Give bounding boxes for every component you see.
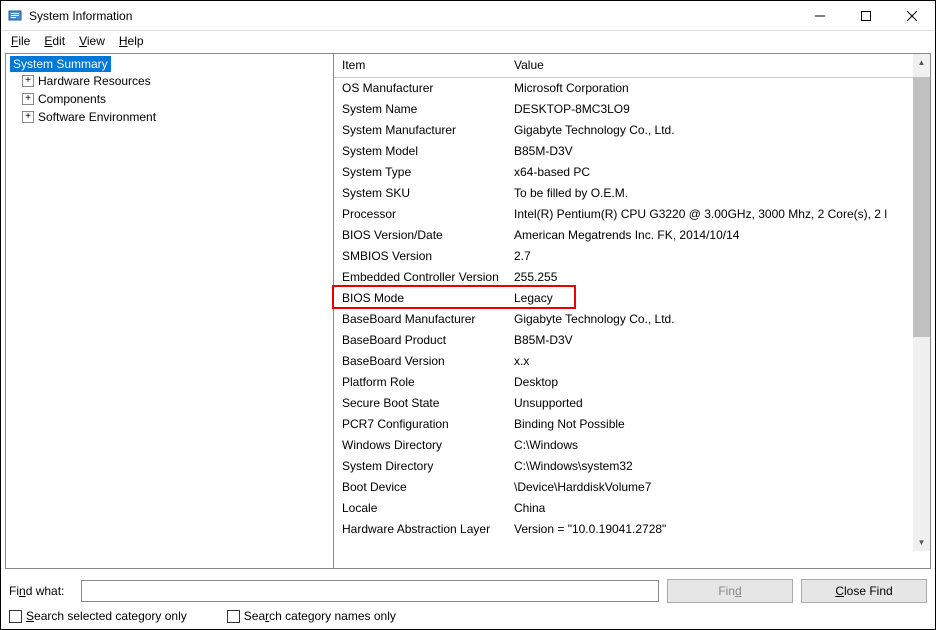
menu-file[interactable]: File bbox=[5, 32, 36, 50]
table-cell-item[interactable]: OS Manufacturer bbox=[334, 78, 506, 99]
find-button[interactable]: Find bbox=[667, 579, 793, 603]
table-cell-value[interactable]: China bbox=[506, 498, 930, 519]
table-cell-item[interactable]: Boot Device bbox=[334, 477, 506, 498]
menu-view[interactable]: View bbox=[73, 32, 111, 50]
table-cell-item[interactable]: PCR7 Configuration bbox=[334, 414, 506, 435]
tree-item[interactable]: + Software Environment bbox=[8, 108, 331, 126]
tree-item-label: Components bbox=[38, 92, 106, 106]
table-cell-item[interactable]: Embedded Controller Version bbox=[334, 267, 506, 288]
app-icon bbox=[7, 8, 23, 24]
find-panel: Find what: Find Close Find Search select… bbox=[1, 573, 935, 629]
table-cell-item[interactable]: System Directory bbox=[334, 456, 506, 477]
expand-icon[interactable]: + bbox=[22, 75, 34, 87]
table-cell-value[interactable]: Unsupported bbox=[506, 393, 930, 414]
tree-item-label: Hardware Resources bbox=[38, 74, 151, 88]
table-cell-item[interactable]: Processor bbox=[334, 204, 506, 225]
scroll-up-icon[interactable]: ▲ bbox=[913, 54, 930, 71]
search-names-checkbox[interactable]: Search category names only bbox=[227, 609, 396, 623]
table-cell-value[interactable]: To be filled by O.E.M. bbox=[506, 183, 930, 204]
table-cell-item[interactable]: System SKU bbox=[334, 183, 506, 204]
close-find-button[interactable]: Close Find bbox=[801, 579, 927, 603]
table-cell-value[interactable]: Version = "10.0.19041.2728" bbox=[506, 519, 930, 540]
table-cell-value[interactable]: x.x bbox=[506, 351, 930, 372]
table-cell-item[interactable]: Secure Boot State bbox=[334, 393, 506, 414]
table-cell-value[interactable]: B85M-D3V bbox=[506, 330, 930, 351]
table-cell-item[interactable]: System Name bbox=[334, 99, 506, 120]
tree-root-selected[interactable]: System Summary bbox=[10, 56, 111, 72]
table-cell-item[interactable]: System Model bbox=[334, 141, 506, 162]
expand-icon[interactable]: + bbox=[22, 93, 34, 105]
table-cell-value[interactable]: Desktop bbox=[506, 372, 930, 393]
menu-edit[interactable]: Edit bbox=[38, 32, 71, 50]
checkbox-icon bbox=[227, 610, 240, 623]
tree-item[interactable]: + Hardware Resources bbox=[8, 72, 331, 90]
column-header-item[interactable]: Item bbox=[334, 54, 506, 78]
table-cell-item[interactable]: SMBIOS Version bbox=[334, 246, 506, 267]
table-cell-item[interactable]: Locale bbox=[334, 498, 506, 519]
scroll-down-icon[interactable]: ▼ bbox=[913, 534, 930, 551]
category-tree[interactable]: System Summary + Hardware Resources + Compo… bbox=[6, 54, 334, 568]
table-cell-item[interactable]: Windows Directory bbox=[334, 435, 506, 456]
table-cell-value[interactable]: 255.255 bbox=[506, 267, 930, 288]
menubar: File Edit View Help bbox=[1, 31, 935, 51]
table-scroll[interactable]: Item OS ManufacturerSystem NameSystem Ma… bbox=[334, 54, 930, 568]
table-cell-value[interactable]: Gigabyte Technology Co., Ltd. bbox=[506, 309, 930, 330]
table-cell-value[interactable]: C:\Windows\system32 bbox=[506, 456, 930, 477]
table-cell-value[interactable]: American Megatrends Inc. FK, 2014/10/14 bbox=[506, 225, 930, 246]
table-cell-value[interactable]: Binding Not Possible bbox=[506, 414, 930, 435]
table-cell-value[interactable]: \Device\HarddiskVolume7 bbox=[506, 477, 930, 498]
table-cell-value[interactable]: 2.7 bbox=[506, 246, 930, 267]
window: System Information File Edit View Help S… bbox=[0, 0, 936, 630]
menu-help[interactable]: Help bbox=[113, 32, 150, 50]
vertical-scrollbar[interactable]: ▲ ▼ bbox=[913, 54, 930, 551]
column-header-value[interactable]: Value bbox=[506, 54, 930, 78]
table-cell-item[interactable]: BIOS Version/Date bbox=[334, 225, 506, 246]
table-cell-value[interactable]: Gigabyte Technology Co., Ltd. bbox=[506, 120, 930, 141]
find-input[interactable] bbox=[81, 580, 659, 602]
table-cell-item[interactable]: System Manufacturer bbox=[334, 120, 506, 141]
table-cell-value[interactable]: Intel(R) Pentium(R) CPU G3220 @ 3.00GHz,… bbox=[506, 204, 930, 225]
table-cell-item[interactable]: BaseBoard Product bbox=[334, 330, 506, 351]
table-cell-item[interactable]: BaseBoard Version bbox=[334, 351, 506, 372]
scrollbar-thumb[interactable] bbox=[913, 77, 930, 337]
table-cell-value[interactable]: Legacy bbox=[506, 288, 930, 309]
table-cell-value[interactable]: DESKTOP-8MC3LO9 bbox=[506, 99, 930, 120]
search-selected-checkbox[interactable]: Search selected category only bbox=[9, 609, 187, 623]
table-cell-item[interactable]: System Type bbox=[334, 162, 506, 183]
checkbox-icon bbox=[9, 610, 22, 623]
close-button[interactable] bbox=[889, 1, 935, 31]
table-cell-value[interactable]: B85M-D3V bbox=[506, 141, 930, 162]
tree-item[interactable]: + Components bbox=[8, 90, 331, 108]
table-cell-item[interactable]: BaseBoard Manufacturer bbox=[334, 309, 506, 330]
find-label: Find what: bbox=[9, 584, 73, 598]
table-cell-item[interactable]: Platform Role bbox=[334, 372, 506, 393]
content-area: System Summary + Hardware Resources + Compo… bbox=[5, 53, 931, 569]
tree-item-label: Software Environment bbox=[38, 110, 156, 124]
titlebar[interactable]: System Information bbox=[1, 1, 935, 31]
table-cell-value[interactable]: x64-based PC bbox=[506, 162, 930, 183]
table-cell-value[interactable]: Microsoft Corporation bbox=[506, 78, 930, 99]
details-pane: Item OS ManufacturerSystem NameSystem Ma… bbox=[334, 54, 930, 568]
maximize-button[interactable] bbox=[843, 1, 889, 31]
table-cell-item[interactable]: BIOS Mode bbox=[334, 288, 506, 309]
table-cell-item[interactable]: Hardware Abstraction Layer bbox=[334, 519, 506, 540]
expand-icon[interactable]: + bbox=[22, 111, 34, 123]
window-title: System Information bbox=[29, 9, 797, 23]
minimize-button[interactable] bbox=[797, 1, 843, 31]
table-cell-value[interactable]: C:\Windows bbox=[506, 435, 930, 456]
